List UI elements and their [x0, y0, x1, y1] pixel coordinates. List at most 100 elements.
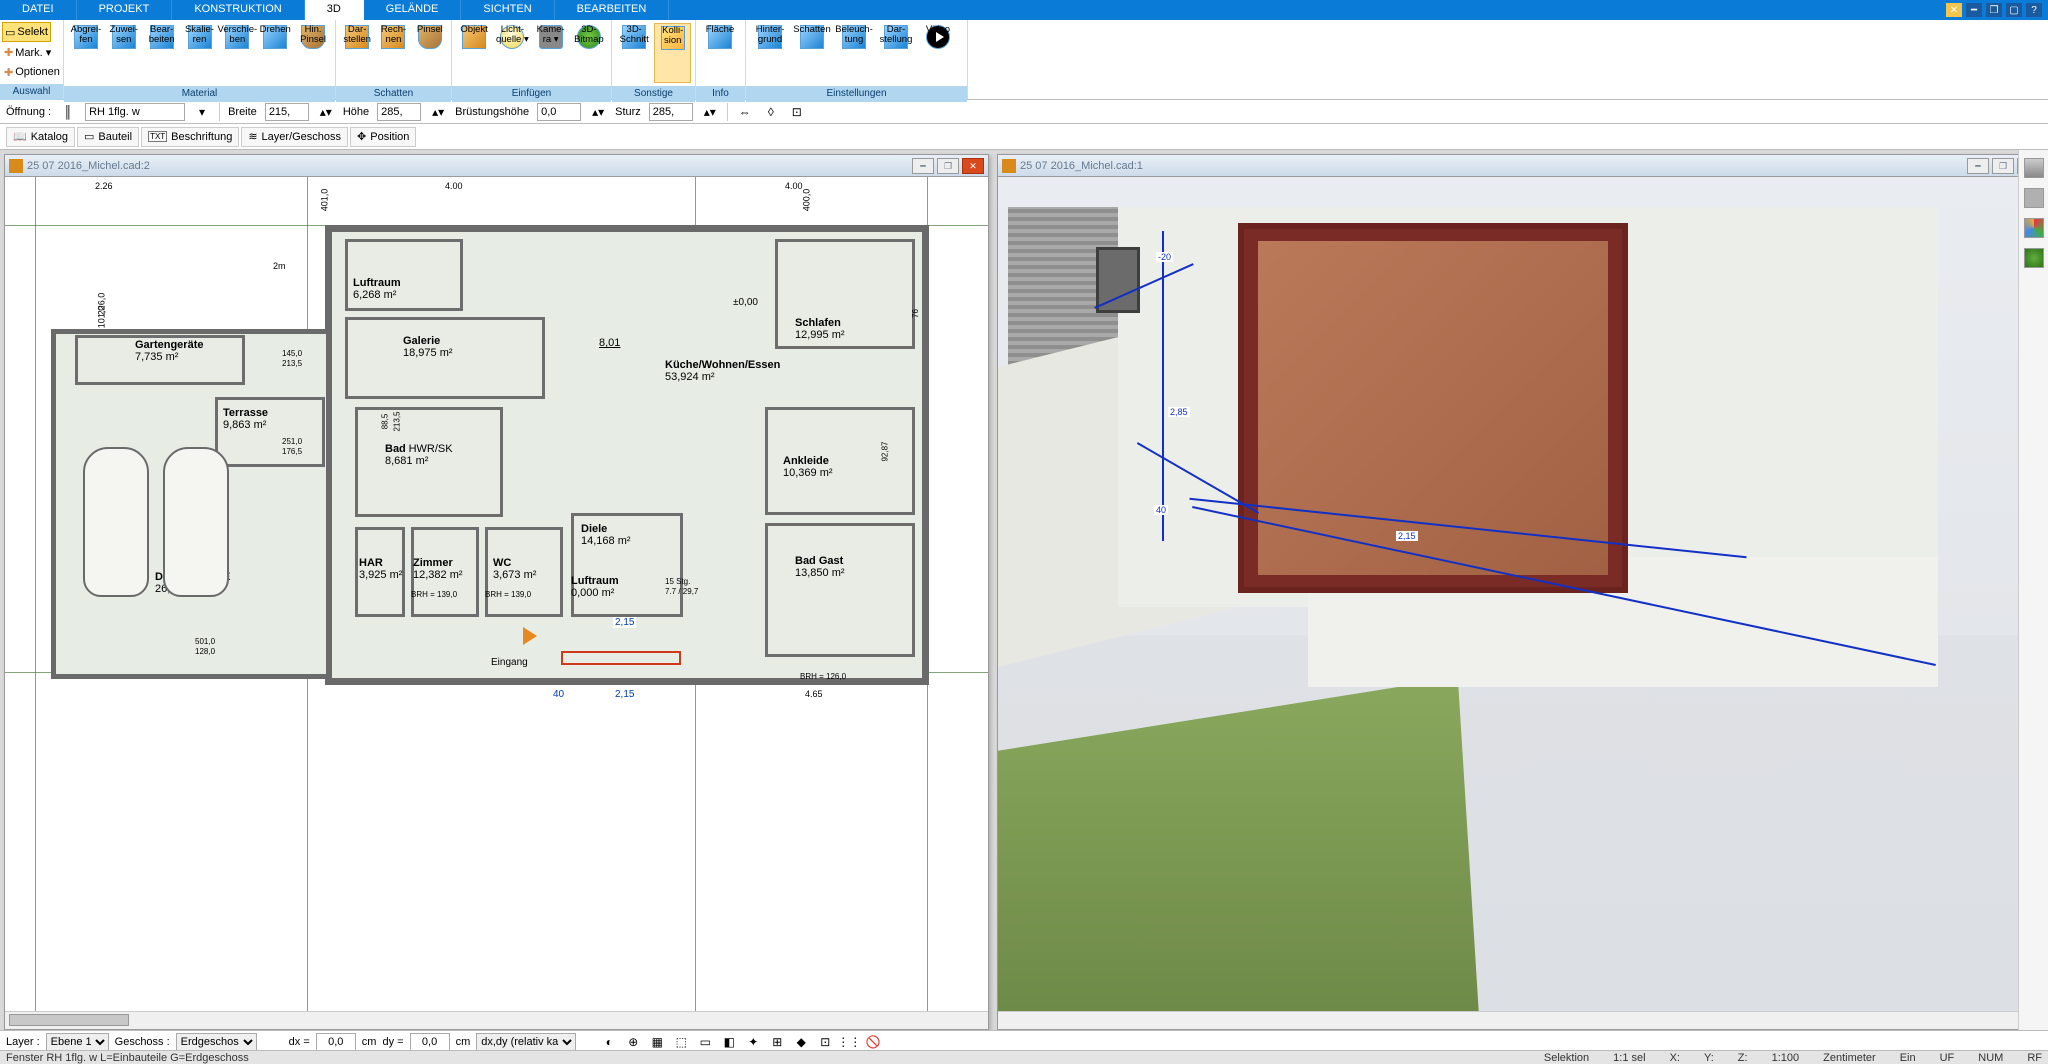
- status-scale: 1:100: [1772, 1052, 1800, 1064]
- selected-window[interactable]: [561, 651, 681, 665]
- schatten-darstellen-button[interactable]: Dar- stellen: [340, 23, 374, 83]
- ribbon-group-material: Abgrei- fen Zuwei- sen Bear- beiten Skal…: [64, 20, 336, 99]
- hoehe-spin-icon[interactable]: ▴▾: [429, 103, 447, 121]
- window-controls: ✕ ━ ❐ ▢ ?: [1946, 0, 2048, 20]
- darstellung-button[interactable]: Dar- stellung: [876, 23, 916, 83]
- tab-gelaende[interactable]: GELÄNDE: [364, 0, 462, 20]
- lichtquelle-button[interactable]: Licht- quelle ▾: [494, 23, 530, 83]
- tool2-icon[interactable]: ◊: [762, 103, 780, 121]
- optionen-button[interactable]: ✚Optionen: [2, 62, 62, 82]
- 3d-dim-20: -20: [1156, 252, 1173, 262]
- abgreifen-button[interactable]: Abgrei- fen: [68, 23, 104, 83]
- bruestung-input[interactable]: [537, 103, 581, 121]
- coord-mode-select[interactable]: dx,dy (relativ ka: [476, 1033, 576, 1051]
- position-button[interactable]: ✥Position: [350, 127, 416, 147]
- 3d-viewport[interactable]: -20 2,85 40 2,15: [998, 177, 2043, 1011]
- tab-datei[interactable]: DATEI: [0, 0, 77, 20]
- bot-icon-5[interactable]: ▭: [696, 1033, 714, 1051]
- tab-3d[interactable]: 3D: [305, 0, 364, 20]
- hintergrund-button[interactable]: Hinter- grund: [750, 23, 790, 83]
- dx-input[interactable]: [316, 1033, 356, 1051]
- bot-icon-11[interactable]: ⋮⋮: [840, 1033, 858, 1051]
- floorplan-titlebar[interactable]: 25 07 2016_Michel.cad:2 ━ ❐ ✕: [5, 155, 988, 177]
- beschriftung-button[interactable]: TXTBeschriftung: [141, 127, 239, 147]
- objekt-button[interactable]: Objekt: [456, 23, 492, 83]
- tool1-icon[interactable]: ⇔: [736, 103, 754, 121]
- tab-sichten[interactable]: SICHTEN: [461, 0, 554, 20]
- floorplan-canvas[interactable]: 2.26 4.00 4.00 2m 2m Luftraum6,268 m² Ga…: [5, 177, 988, 1011]
- minimize-icon[interactable]: ━: [1966, 3, 1982, 17]
- bot-icon-4[interactable]: ⬚: [672, 1033, 690, 1051]
- hoehe-input[interactable]: [377, 103, 421, 121]
- katalog-button[interactable]: 📖Katalog: [6, 127, 75, 147]
- 3d-bitmap-button[interactable]: 3D- Bitmap: [571, 23, 607, 83]
- pane3d-maximize-icon[interactable]: ❐: [1992, 158, 2014, 174]
- restore-icon[interactable]: ❐: [1986, 3, 2002, 17]
- layer-geschoss-button[interactable]: ≋Layer/Geschoss: [241, 127, 348, 147]
- bearbeiten-button[interactable]: Bear- beiten: [144, 23, 180, 83]
- dy-input[interactable]: [410, 1033, 450, 1051]
- bruestung-spin-icon[interactable]: ▴▾: [589, 103, 607, 121]
- schatten-pinsel-button[interactable]: Pinsel: [413, 23, 447, 83]
- bot-icon-12[interactable]: 🚫: [864, 1033, 882, 1051]
- geschoss-select[interactable]: Erdgeschos: [176, 1033, 257, 1051]
- breite-spin-icon[interactable]: ▴▾: [317, 103, 335, 121]
- status-unit: Zentimeter: [1823, 1052, 1876, 1064]
- tree-palette-icon[interactable]: [2024, 248, 2044, 268]
- sidedim-i: 501,0: [195, 637, 215, 646]
- verschieben-button[interactable]: Verschie- ben: [219, 23, 255, 83]
- floorplan-statusbar: [5, 1011, 988, 1029]
- sturz-input[interactable]: [649, 103, 693, 121]
- layers-palette-icon[interactable]: [2024, 158, 2044, 178]
- tab-bearbeiten[interactable]: BEARBEITEN: [555, 0, 670, 20]
- tab-projekt[interactable]: PROJEKT: [77, 0, 173, 20]
- oeffnung-input[interactable]: [85, 103, 185, 121]
- bauteil-button[interactable]: ▭Bauteil: [77, 127, 139, 147]
- kamera-button[interactable]: Kame- ra ▾: [533, 23, 569, 83]
- sidedim-a: 401,0: [319, 189, 329, 212]
- group-label-info: Info: [696, 86, 745, 102]
- drehen-button[interactable]: Drehen: [257, 23, 293, 83]
- skalieren-button[interactable]: Skalie- ren: [182, 23, 218, 83]
- tool3-icon[interactable]: ⊡: [788, 103, 806, 121]
- sturz-spin-icon[interactable]: ▴▾: [701, 103, 719, 121]
- pane3d-minimize-icon[interactable]: ━: [1967, 158, 1989, 174]
- video-button[interactable]: Video: [918, 23, 958, 83]
- bot-icon-1[interactable]: ◐: [600, 1033, 618, 1051]
- bot-icon-6[interactable]: ◧: [720, 1033, 738, 1051]
- kollision-button[interactable]: Kolli- sion: [654, 23, 691, 83]
- status-num: NUM: [1978, 1052, 2003, 1064]
- oeffnung-dropdown-icon[interactable]: ▾: [193, 103, 211, 121]
- zuweisen-button[interactable]: Zuwei- sen: [106, 23, 142, 83]
- tool-icon[interactable]: ✕: [1946, 3, 1962, 17]
- pane-minimize-icon[interactable]: ━: [912, 158, 934, 174]
- 3d-titlebar[interactable]: 25 07 2016_Michel.cad:1 ━ ❐ ✕: [998, 155, 2043, 177]
- bot-icon-9[interactable]: ◆: [792, 1033, 810, 1051]
- mark-button[interactable]: ✚Mark. ▾: [2, 42, 53, 62]
- bot-icon-3[interactable]: ▦: [648, 1033, 666, 1051]
- 3d-schnitt-button[interactable]: 3D- Schnitt: [616, 23, 652, 83]
- floorplan-scrollbar[interactable]: [9, 1014, 129, 1026]
- beleuchtung-button[interactable]: Beleuch- tung: [834, 23, 874, 83]
- hintergrund-pinsel-button[interactable]: Hin. Pinsel: [295, 23, 331, 83]
- pane-maximize-icon[interactable]: ❐: [937, 158, 959, 174]
- pane-close-icon[interactable]: ✕: [962, 158, 984, 174]
- bot-icon-8[interactable]: ⊞: [768, 1033, 786, 1051]
- tab-konstruktion[interactable]: KONSTRUKTION: [172, 0, 304, 20]
- schatten-button[interactable]: Schatten: [792, 23, 832, 83]
- help-icon[interactable]: ?: [2026, 3, 2042, 17]
- breite-input[interactable]: [265, 103, 309, 121]
- selekt-button[interactable]: ▭Selekt: [2, 22, 51, 42]
- bot-icon-7[interactable]: ✦: [744, 1033, 762, 1051]
- schatten-rechnen-button[interactable]: Rech- nen: [376, 23, 410, 83]
- flaeche-button[interactable]: Fläche: [700, 23, 740, 83]
- bot-icon-10[interactable]: ⊡: [816, 1033, 834, 1051]
- furniture-palette-icon[interactable]: [2024, 188, 2044, 208]
- color-palette-icon[interactable]: [2024, 218, 2044, 238]
- group-label-einstellungen: Einstellungen: [746, 86, 967, 102]
- maximize-icon[interactable]: ▢: [2006, 3, 2022, 17]
- layer-select[interactable]: Ebene 1: [46, 1033, 109, 1051]
- oeffnung-type-icon[interactable]: ║: [59, 103, 77, 121]
- bot-icon-2[interactable]: ⊕: [624, 1033, 642, 1051]
- group-label-schatten: Schatten: [336, 86, 451, 102]
